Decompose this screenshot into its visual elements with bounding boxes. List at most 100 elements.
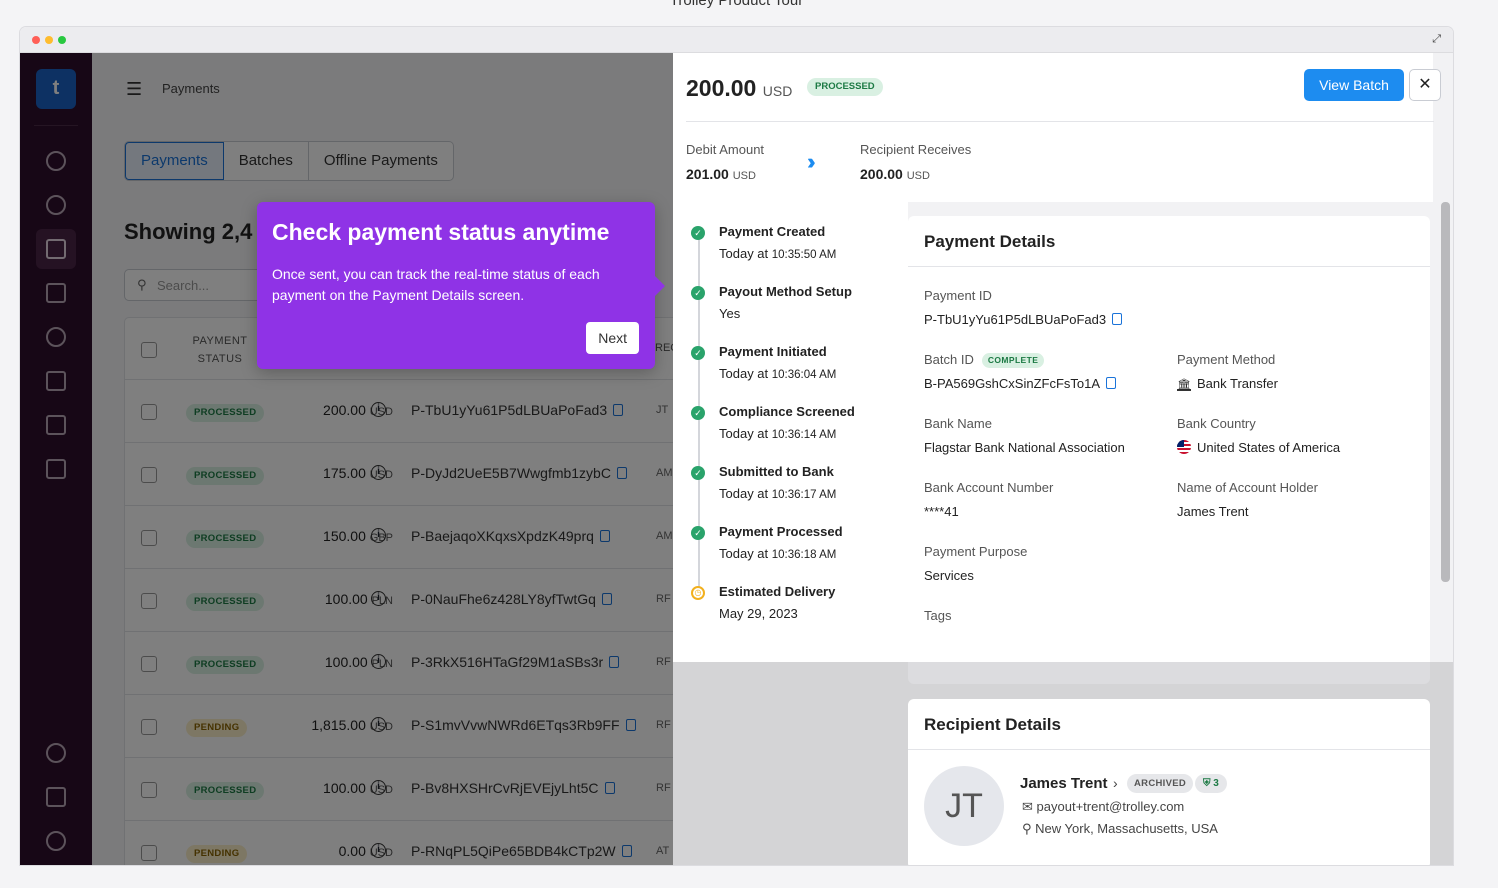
view-batch-button[interactable]: View Batch [1304,69,1404,101]
payment-details-card: Payment Details Payment ID P-TbU1yYu61P5… [908,216,1430,662]
timeline-title: Submitted to Bank [719,464,834,479]
popover-body: Once sent, you can track the real-time s… [272,266,600,303]
timeline-title: Payout Method Setup [719,284,852,299]
timeline-sub-main: Today at [719,546,772,561]
copy-icon[interactable] [1106,377,1117,389]
recipient-location: ⚲ New York, Massachusetts, USA [1022,821,1218,837]
timeline-title: Compliance Screened [719,404,855,419]
payment-details-title: Payment Details [924,232,1056,251]
expand-icon[interactable]: ⤢ [1432,33,1441,46]
check-circle-icon: ✓ [691,526,705,540]
bank-name-value: Flagstar Bank National Association [924,440,1125,455]
next-button[interactable]: Next [586,322,639,354]
batch-id-value: B-PA569GshCxSinZFcFsTo1A [924,376,1117,391]
timeline-title: Payment Initiated [719,344,827,359]
recipient-email: ✉ payout+trent@trolley.com [1022,799,1184,815]
payment-amount: 200.00 USD [686,75,792,102]
timeline-sub-main: Today at [719,486,772,501]
account-number-value: ****41 [924,504,959,519]
payment-timeline: ✓ Payment Created Today at 10:35:50 AM ✓ Pay… [673,202,908,662]
tour-title: Trolley Product Tour [669,0,804,9]
check-circle-icon: ✓ [691,466,705,480]
amount-currency: USD [762,83,793,99]
timeline-subtitle: Today at 10:36:17 AM [719,486,836,501]
timeline-subtitle: Today at 10:36:04 AM [719,366,836,381]
recipient-divider [908,749,1430,750]
chevrons-right-icon: ›› [807,149,815,174]
check-circle-icon: ✓ [691,346,705,360]
payment-id-label: Payment ID [924,288,992,303]
account-holder-value: James Trent [1177,504,1249,519]
shield-icon: ⛨ [1203,778,1211,789]
check-circle-icon: ✓ [691,226,705,240]
timeline-subtitle: Today at 10:36:14 AM [719,426,836,441]
recipient-email-text: payout+trent@trolley.com [1036,799,1185,814]
payment-purpose-value: Services [924,568,974,583]
verification-badge: ⛨ 3 [1195,774,1227,793]
recipient-currency: USD [906,170,930,182]
header-divider [686,121,1434,122]
archived-badge: ARCHIVED [1127,774,1194,793]
timeline-subtitle: Yes [719,306,740,321]
timeline-subtitle: Today at 10:35:50 AM [719,246,836,261]
batch-id-label: Batch ID COMPLETE [924,352,1045,368]
recipient-value: 200.00 [860,166,903,182]
status-badge: PROCESSED [807,78,883,96]
batch-status-badge: COMPLETE [981,353,1045,368]
payment-method-text: Bank Transfer [1197,376,1278,391]
recipient-receives-value: 200.00 USD [860,166,930,182]
check-circle-icon: ✓ [691,406,705,420]
chevron-right-icon[interactable]: › [1113,775,1118,791]
verified-count: 3 [1213,778,1219,789]
details-card-bottom [908,662,1430,684]
copy-icon[interactable] [1112,313,1123,325]
payment-detail-panel: 200.00 USD PROCESSED View Batch ✕ Debit … [673,53,1453,865]
panel-header: 200.00 USD PROCESSED View Batch ✕ Debit … [673,53,1441,202]
app-window: ⤢ t ☰ Payments Payments Batches Offli [20,27,1453,865]
amount-value: 200.00 [686,75,757,101]
timeline-title: Payment Created [719,224,826,239]
timeline-title: Payment Processed [719,524,843,539]
timeline-sub-time: 10:36:14 AM [771,429,837,441]
us-flag-icon [1177,440,1191,454]
bank-country-label: Bank Country [1177,416,1256,431]
debit-value: 201.00 [686,166,729,182]
location-pin-icon: ⚲ [1022,821,1032,836]
timeline-sub-main: Today at [719,246,772,261]
recipient-details-card: Recipient Details JT James Trent › ARCHI… [908,699,1430,865]
panel-scrollbar[interactable] [1441,202,1450,582]
timeline-sub-time: 10:36:18 AM [771,549,837,561]
clock-icon: ◷ [691,586,705,600]
minimize-window-dot[interactable] [45,36,53,44]
details-divider [908,266,1430,267]
debit-currency: USD [732,170,756,182]
batch-id-label-text: Batch ID [924,352,974,367]
maximize-window-dot[interactable] [58,36,66,44]
timeline-title: Estimated Delivery [719,584,836,599]
avatar: JT [924,766,1004,846]
bank-icon: 🏛 [1177,379,1191,391]
tags-label: Tags [924,608,952,623]
tour-popover: Check payment status anytime Once sent, … [257,202,665,369]
mail-icon: ✉ [1022,799,1033,814]
account-holder-label: Name of Account Holder [1177,480,1318,495]
payment-method-value: 🏛 Bank Transfer [1177,376,1278,391]
timeline-sub-main: Today at [719,426,772,441]
timeline-sub-time: 10:36:17 AM [771,489,837,501]
payment-id-text: P-TbU1yYu61P5dLBUaPoFad3 [924,312,1107,327]
bank-country-text: United States of America [1197,440,1341,455]
timeline-subtitle: May 29, 2023 [719,606,798,621]
timeline-subtitle: Today at 10:36:18 AM [719,546,836,561]
batch-id-text[interactable]: B-PA569GshCxSinZFcFsTo1A [924,376,1100,391]
popover-title: Check payment status anytime [272,219,610,245]
timeline-sub-main: Yes [719,306,741,321]
close-window-dot[interactable] [32,36,40,44]
recipient-name[interactable]: James Trent [1020,775,1108,792]
timeline-sub-main: May 29, 2023 [719,606,798,621]
debit-amount-label: Debit Amount [686,142,765,157]
recipient-location-text: New York, Massachusetts, USA [1035,821,1218,836]
bank-name-label: Bank Name [924,416,992,431]
close-panel-button[interactable]: ✕ [1409,69,1441,101]
recipient-receives-label: Recipient Receives [860,142,972,157]
bank-country-value: United States of America [1177,440,1340,455]
